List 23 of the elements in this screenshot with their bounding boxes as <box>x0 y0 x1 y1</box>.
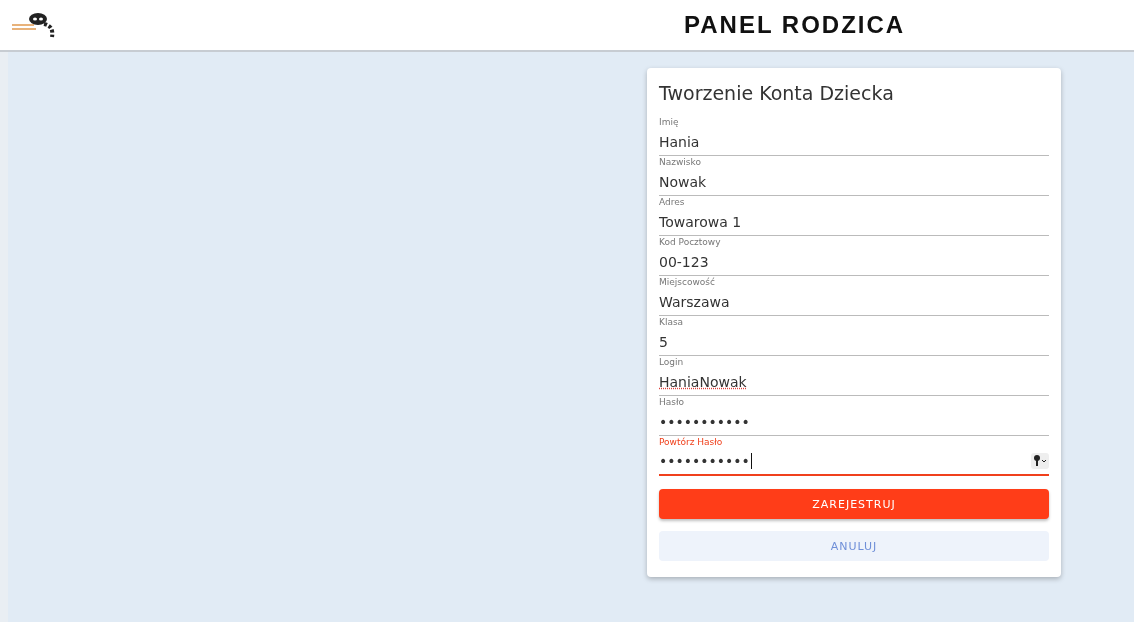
input-field[interactable]: ••••••••••• <box>659 408 1049 436</box>
field-label: Miejscowość <box>659 276 716 288</box>
input-field[interactable]: Nowak <box>659 168 1049 196</box>
field-label: Imię <box>659 116 680 128</box>
input-field[interactable]: 00-123 <box>659 248 1049 276</box>
input-field[interactable]: Towarowa 1 <box>659 208 1049 236</box>
text-cursor <box>750 453 752 469</box>
field-label: Klasa <box>659 316 685 328</box>
field-label: Nazwisko <box>659 156 702 168</box>
register-button[interactable]: ZAREJESTRUJ <box>659 489 1049 519</box>
field-label: Kod Pocztowy <box>659 236 722 248</box>
input-field[interactable]: Warszawa <box>659 288 1049 316</box>
input-field[interactable]: ••••••••••• <box>659 448 1049 476</box>
field-label: Login <box>659 356 685 368</box>
form-title: Tworzenie Konta Dziecka <box>659 82 895 104</box>
input-field[interactable]: HaniaNowak <box>659 368 1049 396</box>
field-label: Adres <box>659 196 686 208</box>
page-title: PANEL RODZICA <box>684 11 906 39</box>
input-field[interactable]: Hania <box>659 128 1049 156</box>
key-icon[interactable] <box>1031 453 1049 469</box>
field-label: Hasło <box>659 396 686 408</box>
input-field[interactable]: 5 <box>659 328 1049 356</box>
field-label: Powtórz Hasło <box>659 436 724 448</box>
